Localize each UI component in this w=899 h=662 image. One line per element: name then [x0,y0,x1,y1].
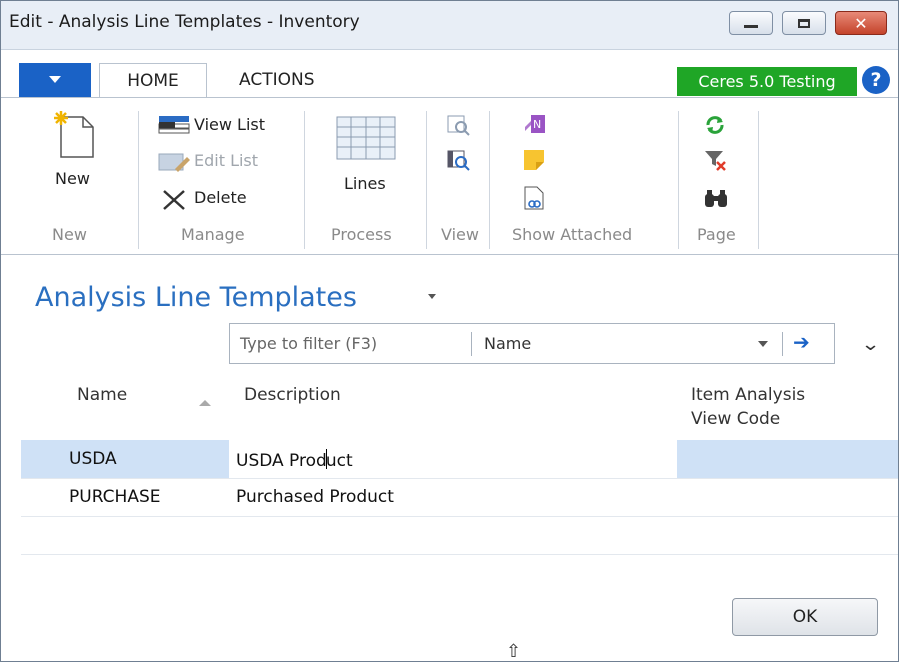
filter-input[interactable]: Type to filter (F3) [240,334,377,353]
title-bar: Edit - Analysis Line Templates - Invento… [1,1,898,50]
sort-ascending-icon [199,400,211,406]
view-details-icon[interactable] [446,149,472,175]
cell-name[interactable]: USDA [69,449,117,469]
delete-button[interactable]: Delete [194,188,247,207]
edit-list-icon [157,151,191,177]
onenote-icon[interactable]: N [521,113,547,141]
cell-description-text-a: USDA Prod [236,451,327,471]
ribbon-separator [758,111,759,249]
delete-icon [161,189,187,215]
dialog-window: Edit - Analysis Line Templates - Invento… [0,0,899,662]
tab-actions[interactable]: ACTIONS [239,63,315,97]
arrow-right-icon[interactable]: ➔ [793,330,810,354]
row-divider [21,554,898,555]
ribbon-group-process: Process [331,225,392,244]
column-header-item-analysis-view-code[interactable]: Item Analysis [691,385,805,405]
ribbon-separator [304,111,305,249]
notes-icon[interactable] [521,147,547,175]
close-icon: ✕ [854,13,868,33]
ribbon-separator [426,111,427,249]
ribbon-group-manage: Manage [181,225,245,244]
resize-handle-icon[interactable]: ⇧ [506,641,521,662]
tab-home[interactable]: HOME [99,63,207,98]
edit-list-button[interactable]: Edit List [194,151,258,170]
view-list-icon [157,114,191,140]
cell-description[interactable]: Purchased Product [236,487,394,507]
help-icon[interactable]: ? [862,66,890,94]
row-divider [21,516,898,517]
ribbon-group-view: View [441,225,479,244]
view-list-button[interactable]: View List [194,115,265,134]
cell-description[interactable]: USDA Product [236,449,353,471]
find-binoculars-icon[interactable] [703,188,729,214]
close-button[interactable]: ✕ [835,11,887,35]
minimize-button[interactable] [729,11,773,35]
window-title: Edit - Analysis Line Templates - Invento… [9,12,360,32]
links-icon[interactable] [521,185,547,215]
column-header-description[interactable]: Description [244,385,341,405]
environment-badge: Ceres 5.0 Testing [677,67,857,96]
ok-button[interactable]: OK [732,598,878,636]
page-title: Analysis Line Templates [35,282,357,313]
filter-divider [782,332,783,356]
table-row[interactable]: PURCHASE Purchased Product [21,478,898,516]
ribbon-group-page: Page [697,225,736,244]
refresh-icon[interactable] [703,113,727,141]
ribbon-group-new: New [52,225,87,244]
maximize-icon [798,18,810,28]
chevron-down-icon [49,76,61,83]
view-icon[interactable] [446,114,472,140]
lines-grid-icon[interactable] [336,116,396,164]
new-document-icon[interactable] [49,109,99,163]
clear-filter-icon[interactable] [703,148,729,176]
filter-field-select[interactable]: Name [484,334,531,353]
new-button-label[interactable]: New [55,169,90,188]
chevron-down-icon[interactable] [428,294,436,299]
minimize-icon [744,25,758,28]
svg-text:N: N [533,118,541,131]
column-header-name[interactable]: Name [77,385,127,405]
app-menu-button[interactable] [19,63,91,97]
maximize-button[interactable] [782,11,826,35]
ribbon-separator [678,111,679,249]
expand-chevron-icon[interactable]: ⌄ [861,334,881,355]
table-row[interactable]: USDA USDA Product [21,440,898,478]
filter-bar: Type to filter (F3) Name ➔ [229,323,835,364]
ribbon-separator [138,111,139,249]
filter-divider [471,332,472,356]
chevron-down-icon[interactable] [758,341,768,347]
cell-description-text-b: uct [325,451,353,471]
ribbon-separator [489,111,490,249]
ribbon-group-show-attached: Show Attached [512,225,633,244]
cell-name[interactable]: PURCHASE [69,487,160,507]
column-header-item-analysis-view-code-2[interactable]: View Code [691,409,780,429]
lines-button[interactable]: Lines [344,174,386,193]
